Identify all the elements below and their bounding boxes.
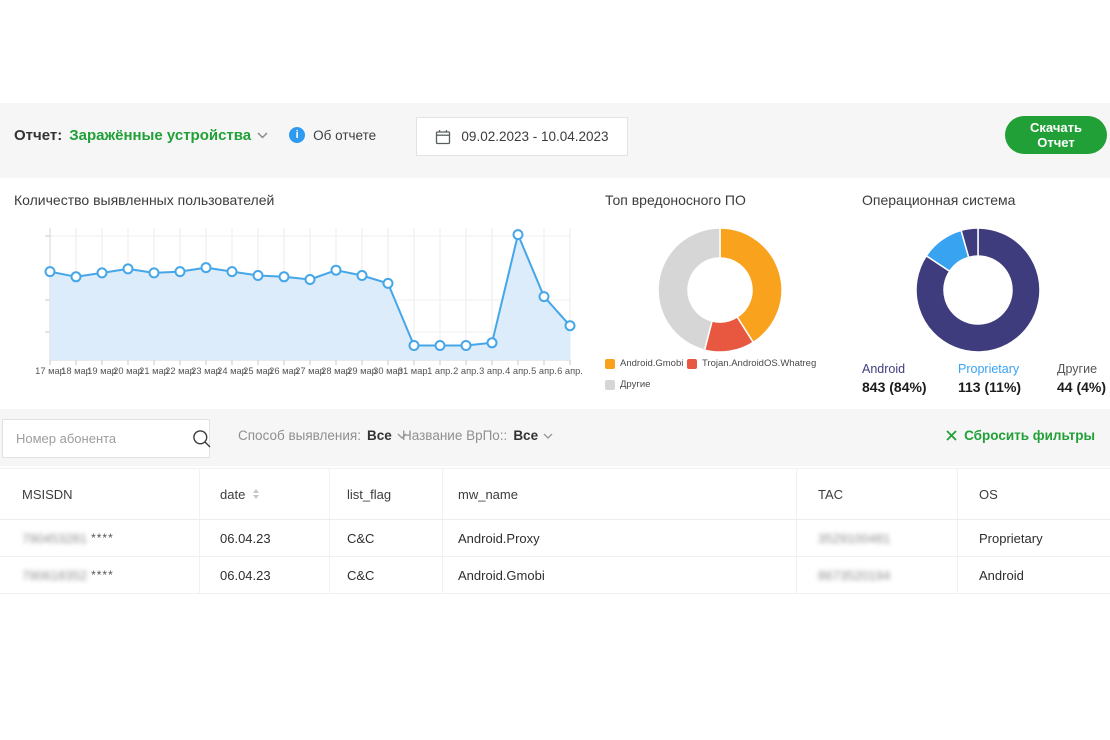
- col-header-msisdn: MSISDN: [0, 469, 200, 519]
- search-input[interactable]: [3, 431, 192, 446]
- sort-icon[interactable]: [253, 489, 259, 499]
- malware-legend: Android.Gmobi Trojan.AndroidOS.Whatreg Дру…: [605, 358, 816, 390]
- svg-text:6 апр.: 6 апр.: [557, 366, 583, 376]
- legend-label: Другие: [620, 379, 650, 390]
- cell-date: 06.04.23: [200, 557, 330, 593]
- table-header-row: MSISDN date list_flag mw_name TAC OS: [0, 468, 1110, 520]
- cell-tac: 3529100481: [797, 520, 958, 556]
- malware-chart-title: Топ вредоносного ПО: [605, 192, 746, 208]
- cell-msisdn: 790618352****: [0, 557, 200, 593]
- os-legend-item: Android 843 (84%): [862, 362, 958, 395]
- svg-text:2 апр.: 2 апр.: [453, 366, 479, 376]
- col-header-label: mw_name: [458, 487, 518, 502]
- col-header-label: MSISDN: [22, 487, 73, 502]
- cell-mw-name: Android.Proxy: [443, 520, 797, 556]
- legend-item: Другие: [605, 379, 687, 390]
- date-range-picker[interactable]: 09.02.2023 - 10.04.2023: [416, 117, 628, 156]
- infected-devices-dashboard: Отчет: Заражённые устройства i Об отчете…: [0, 0, 1110, 740]
- os-legend-value: 113 (11%): [958, 379, 1057, 395]
- os-legend-label: Proprietary: [958, 362, 1057, 376]
- os-legend-label: Другие: [1057, 362, 1110, 376]
- col-header-label: TAC: [818, 487, 843, 502]
- chevron-down-icon[interactable]: [543, 433, 553, 439]
- detection-filter-value[interactable]: Все: [367, 428, 392, 443]
- chevron-down-icon[interactable]: [257, 132, 268, 139]
- cell-msisdn: 790453281****: [0, 520, 200, 556]
- reset-filters-button[interactable]: Сбросить фильтры: [946, 428, 1095, 443]
- report-selector-row: Отчет: Заражённые устройства i Об отчете: [14, 120, 376, 150]
- os-donut-chart: [913, 225, 1043, 355]
- legend-label: Trojan.AndroidOS.Whatreg: [702, 358, 816, 369]
- os-legend-value: 843 (84%): [862, 379, 958, 395]
- about-report-link[interactable]: i Об отчете: [289, 127, 376, 143]
- search-icon[interactable]: [192, 429, 225, 449]
- charts-panel: Количество выявленных пользователей 17 м…: [0, 178, 1110, 409]
- line-chart-title: Количество выявленных пользователей: [14, 192, 274, 208]
- svg-text:5 апр.: 5 апр.: [531, 366, 557, 376]
- table-row: 790618352****06.04.23C&CAndroid.Gmobi867…: [0, 557, 1110, 594]
- infections-table: MSISDN date list_flag mw_name TAC OS 79045328…: [0, 468, 1110, 594]
- cell-os: Proprietary: [958, 520, 1110, 556]
- col-header-label: OS: [979, 487, 998, 502]
- svg-text:3 апр.: 3 апр.: [479, 366, 505, 376]
- close-icon: [946, 430, 957, 441]
- svg-text:4 апр.: 4 апр.: [505, 366, 531, 376]
- os-legend-value: 44 (4%): [1057, 379, 1110, 395]
- report-type-dropdown[interactable]: Заражённые устройства: [69, 127, 251, 144]
- table-row: 790453281****06.04.23C&CAndroid.Proxy352…: [0, 520, 1110, 557]
- os-legend: Android 843 (84%)Proprietary 113 (11%)Друг…: [862, 362, 1110, 395]
- cell-mw-name: Android.Gmobi: [443, 557, 797, 593]
- col-header-os: OS: [958, 469, 1110, 519]
- legend-swatch: [605, 359, 615, 369]
- cell-tac: 8673520194: [797, 557, 958, 593]
- malware-name-filter: Название ВрПо:: Все: [402, 428, 553, 443]
- svg-text:1 апр.: 1 апр.: [427, 366, 453, 376]
- legend-item: Android.Gmobi: [605, 358, 687, 369]
- date-range-value: 09.02.2023 - 10.04.2023: [461, 129, 608, 144]
- reset-filters-label: Сбросить фильтры: [964, 428, 1095, 443]
- col-header-label: list_flag: [347, 487, 391, 502]
- col-header-tac: TAC: [797, 469, 958, 519]
- users-line-chart: 17 мар18 мар19 мар20 мар21 мар22 мар23 м…: [0, 222, 590, 382]
- cell-list-flag: C&C: [330, 520, 443, 556]
- about-report-label: Об отчете: [313, 128, 376, 143]
- malware-filter-value[interactable]: Все: [513, 428, 538, 443]
- report-label: Отчет:: [14, 127, 62, 144]
- svg-text:31 мар.: 31 мар.: [398, 366, 430, 376]
- os-chart-title: Операционная система: [862, 192, 1015, 208]
- legend-item: Trojan.AndroidOS.Whatreg: [687, 358, 816, 369]
- calendar-icon: [435, 129, 451, 145]
- subscriber-search: [2, 419, 210, 458]
- os-legend-label: Android: [862, 362, 958, 376]
- detection-filter-label: Способ выявления:: [238, 428, 361, 443]
- table-body: 790453281****06.04.23C&CAndroid.Proxy352…: [0, 520, 1110, 594]
- legend-label: Android.Gmobi: [620, 358, 683, 369]
- cell-list-flag: C&C: [330, 557, 443, 593]
- detection-method-filter: Способ выявления: Все: [238, 428, 407, 443]
- malware-filter-label: Название ВрПо::: [402, 428, 507, 443]
- os-legend-item: Proprietary 113 (11%): [958, 362, 1057, 395]
- col-header-list_flag: list_flag: [330, 469, 443, 519]
- col-header-mw_name: mw_name: [443, 469, 797, 519]
- legend-swatch: [687, 359, 697, 369]
- download-report-button[interactable]: Скачать Отчет: [1005, 116, 1107, 154]
- cell-date: 06.04.23: [200, 520, 330, 556]
- os-legend-item: Другие 44 (4%): [1057, 362, 1110, 395]
- col-header-label: date: [220, 487, 245, 502]
- legend-swatch: [605, 380, 615, 390]
- info-icon: i: [289, 127, 305, 143]
- cell-os: Android: [958, 557, 1110, 593]
- malware-donut-chart: [655, 225, 785, 355]
- col-header-date[interactable]: date: [200, 469, 330, 519]
